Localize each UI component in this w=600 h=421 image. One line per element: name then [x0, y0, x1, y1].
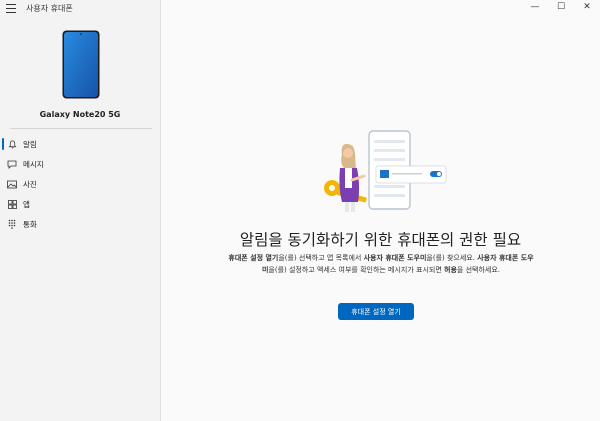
hamburger-menu-icon[interactable]: [6, 4, 16, 13]
main-panel: — ☐ ✕ 알림을 동기화하기 위한 휴대폰의 권한 필요 휴대폰 설정 열기을…: [161, 0, 600, 421]
phone-image: [62, 30, 100, 99]
instructions-text-part: 을(를) 찾으세요.: [426, 254, 478, 262]
sidebar-item-label: 사진: [23, 179, 37, 189]
dialpad-icon: [7, 219, 17, 229]
sidebar-item-messages[interactable]: 메시지: [0, 154, 160, 174]
sidebar-item-notifications[interactable]: 알림: [0, 134, 160, 154]
minimize-button[interactable]: —: [522, 0, 548, 14]
illustration-person: [339, 144, 366, 212]
instructions-text-part: 을(를) 선택하고 앱 목록에서: [278, 254, 364, 262]
sidebar-item-label: 알림: [23, 139, 37, 149]
sidebar-item-photos[interactable]: 사진: [0, 174, 160, 194]
bell-icon: [7, 139, 17, 149]
instructions-bold-companion: 사용자 휴대폰 도우미: [363, 254, 427, 262]
window-controls: — ☐ ✕: [522, 0, 600, 14]
app-window: 사용자 휴대폰 Galaxy Note20 5G 알림 메시지 사진 앱 통화 …: [0, 0, 600, 421]
instructions-bold-open-settings: 휴대폰 설정 열기: [228, 254, 279, 262]
sidebar-item-label: 메시지: [23, 159, 44, 169]
sidebar-item-apps[interactable]: 앱: [0, 194, 160, 214]
photo-icon: [7, 179, 17, 189]
maximize-button[interactable]: ☐: [548, 0, 574, 14]
divider: [10, 128, 152, 129]
nav-list: 알림 메시지 사진 앱 통화: [0, 134, 160, 234]
page-title: 알림을 동기화하기 위한 휴대폰의 권한 필요: [239, 231, 522, 249]
open-phone-settings-button[interactable]: 휴대폰 설정 열기: [338, 303, 414, 320]
sidebar-item-calls[interactable]: 통화: [0, 214, 160, 234]
chat-icon: [7, 159, 17, 169]
title-bar: 사용자 휴대폰: [0, 0, 160, 16]
apps-grid-icon: [7, 199, 17, 209]
permission-illustration: [324, 130, 447, 212]
app-title: 사용자 휴대폰: [26, 4, 73, 13]
instructions-text-part: 을(를) 설정하고 액세스 여부를 확인하는 메시지가 표시되면: [268, 266, 445, 274]
instructions-text-part: 을 선택하세요.: [456, 266, 501, 274]
instructions-text: 휴대폰 설정 열기을(를) 선택하고 앱 목록에서 사용자 휴대폰 도우미을(를…: [227, 252, 535, 276]
instructions-bold-allow: 허용: [444, 266, 457, 274]
sidebar-item-label: 앱: [23, 199, 30, 209]
close-button[interactable]: ✕: [574, 0, 600, 14]
phone-name: Galaxy Note20 5G: [39, 110, 121, 119]
sidebar-item-label: 통화: [23, 219, 37, 229]
sidebar: 사용자 휴대폰 Galaxy Note20 5G 알림 메시지 사진 앱 통화: [0, 0, 161, 421]
